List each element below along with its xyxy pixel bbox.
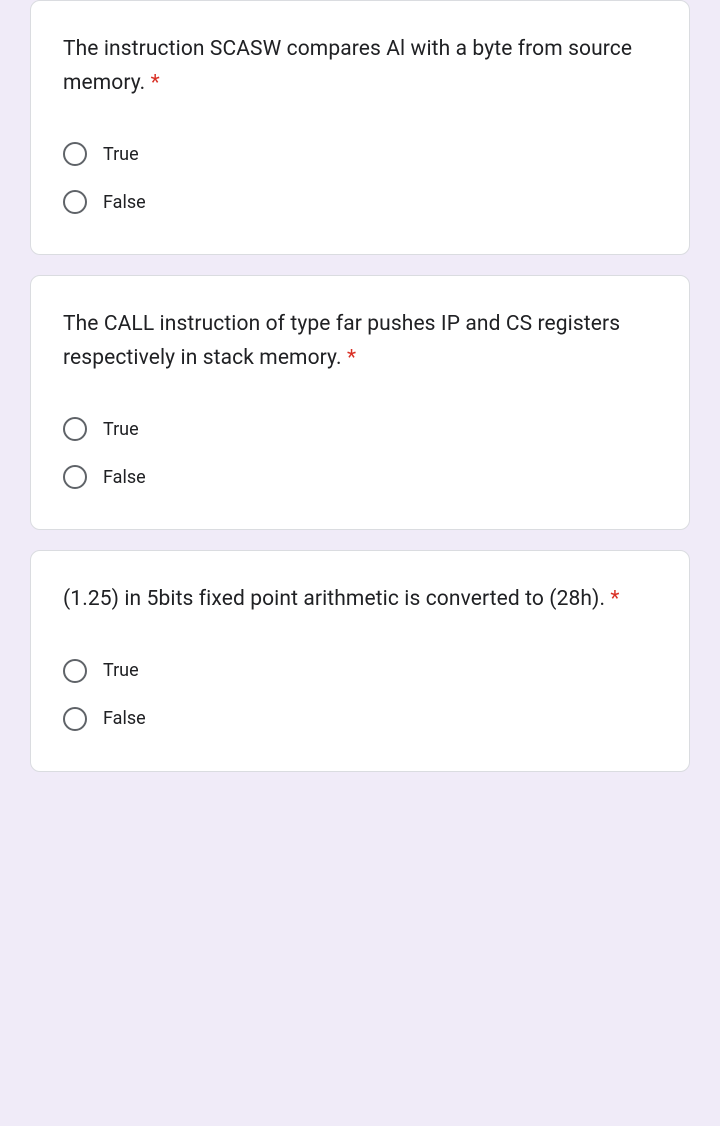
required-indicator: * (347, 346, 356, 370)
radio-icon (63, 142, 87, 166)
option-label: True (103, 419, 139, 440)
question-text: The instruction SCASW compares Al with a… (63, 33, 657, 100)
question-text: (1.25) in 5bits fixed point arithmetic i… (63, 583, 657, 617)
option-label: True (103, 660, 139, 681)
question-content: The CALL instruction of type far pushes … (63, 312, 620, 370)
option-label: True (103, 144, 139, 165)
required-indicator: * (610, 587, 619, 611)
option-label: False (103, 192, 146, 213)
option-true[interactable]: True (63, 130, 657, 178)
required-indicator: * (151, 71, 160, 95)
radio-icon (63, 190, 87, 214)
option-true[interactable]: True (63, 405, 657, 453)
option-false[interactable]: False (63, 695, 657, 743)
option-label: False (103, 467, 146, 488)
question-card-3: (1.25) in 5bits fixed point arithmetic i… (30, 550, 690, 772)
option-true[interactable]: True (63, 647, 657, 695)
radio-icon (63, 465, 87, 489)
question-content: (1.25) in 5bits fixed point arithmetic i… (63, 587, 605, 611)
radio-icon (63, 659, 87, 683)
question-text: The CALL instruction of type far pushes … (63, 308, 657, 375)
question-card-1: The instruction SCASW compares Al with a… (30, 0, 690, 255)
option-false[interactable]: False (63, 178, 657, 226)
option-label: False (103, 708, 146, 729)
radio-icon (63, 417, 87, 441)
question-card-2: The CALL instruction of type far pushes … (30, 275, 690, 530)
radio-icon (63, 707, 87, 731)
option-false[interactable]: False (63, 453, 657, 501)
question-content: The instruction SCASW compares Al with a… (63, 37, 632, 95)
